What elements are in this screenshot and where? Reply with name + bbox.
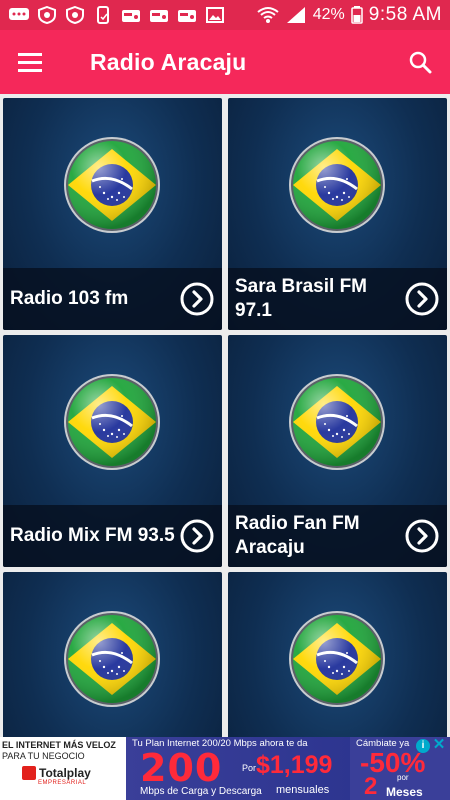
ad-mensuales: mensuales [276, 784, 330, 796]
brazil-flag-icon [287, 609, 387, 709]
signal-icon [285, 6, 307, 24]
wifi-icon [257, 6, 279, 24]
ad-info-icon[interactable]: i [416, 739, 430, 753]
station-grid: Radio 103 fm Sara Brasil FM 97.1 Radio M… [0, 94, 450, 737]
ad-close-icon[interactable]: ✕ [431, 737, 447, 753]
ad-brand-sub: EMPRESARIAL [38, 780, 87, 786]
message-icon [8, 6, 30, 24]
ad-por2: por [397, 773, 409, 782]
clock: 9:58 AM [368, 4, 442, 25]
ad-brand-name: Totalplay [39, 766, 91, 780]
battery-icon [351, 6, 363, 24]
ad-brand: Totalplay [22, 766, 124, 780]
play-chevron-icon[interactable] [180, 282, 214, 316]
ad-headline: EL INTERNET MÁS VELOZ [2, 740, 116, 750]
radio-icon [176, 6, 198, 24]
radio-icon [120, 6, 142, 24]
shield-icon [36, 5, 58, 25]
ad-speed-desc: Mbps de Carga y Descarga [140, 786, 262, 797]
station-name: Radio Fan FM Aracaju [235, 513, 360, 558]
app-bar: Radio Aracaju [0, 30, 450, 94]
station-card[interactable] [228, 572, 447, 737]
ad-price: $1,199 [256, 751, 333, 779]
ad-months: Meses [386, 785, 423, 799]
hamburger-menu-icon [18, 53, 42, 72]
station-card[interactable]: Sara Brasil FM 97.1 [228, 98, 447, 330]
station-name: Radio 103 fm [10, 288, 129, 309]
play-chevron-icon[interactable] [405, 519, 439, 553]
brazil-flag-icon [287, 372, 387, 472]
play-chevron-icon[interactable] [180, 519, 214, 553]
ad-banner[interactable]: EL INTERNET MÁS VELOZ PARA TU NEGOCIO To… [0, 737, 450, 800]
totalplay-logo-icon [22, 766, 36, 780]
station-card[interactable] [3, 572, 222, 737]
ad-subheadline: PARA TU NEGOCIO [2, 751, 85, 761]
station-name: Sara Brasil FM 97.1 [235, 276, 367, 321]
image-icon [204, 6, 226, 24]
shield-icon [64, 5, 86, 25]
station-card[interactable]: Radio 103 fm [3, 98, 222, 330]
brazil-flag-icon [62, 372, 162, 472]
battery-percent: 42% [312, 6, 345, 23]
station-card-footer: Sara Brasil FM 97.1 [228, 268, 447, 330]
station-card-footer: Radio 103 fm [3, 268, 222, 330]
menu-button[interactable] [0, 30, 60, 94]
search-icon [409, 51, 432, 74]
search-button[interactable] [390, 30, 450, 94]
ad-left-panel: EL INTERNET MÁS VELOZ PARA TU NEGOCIO To… [0, 737, 126, 800]
ad-months-number: 2 [364, 773, 378, 800]
station-card[interactable]: Radio Mix FM 93.5 [3, 335, 222, 567]
ad-por: Por [242, 763, 257, 773]
system-status: 42% 9:58 AM [257, 4, 442, 26]
ad-speed: 200 [140, 746, 223, 790]
brazil-flag-icon [62, 609, 162, 709]
app-title: Radio Aracaju [90, 48, 247, 75]
status-bar: 42% 9:58 AM [0, 0, 450, 30]
radio-icon [148, 6, 170, 24]
station-card[interactable]: Radio Fan FM Aracaju [228, 335, 447, 567]
phone-icon [92, 6, 114, 24]
station-name: Radio Mix FM 93.5 [10, 525, 175, 546]
notification-icons [8, 5, 226, 25]
station-card-footer: Radio Fan FM Aracaju [228, 505, 447, 567]
play-chevron-icon[interactable] [405, 282, 439, 316]
ad-mid-panel: Tu Plan Internet 200/20 Mbps ahora te da… [126, 737, 350, 800]
brazil-flag-icon [62, 135, 162, 235]
brazil-flag-icon [287, 135, 387, 235]
station-card-footer: Radio Mix FM 93.5 [3, 505, 222, 567]
